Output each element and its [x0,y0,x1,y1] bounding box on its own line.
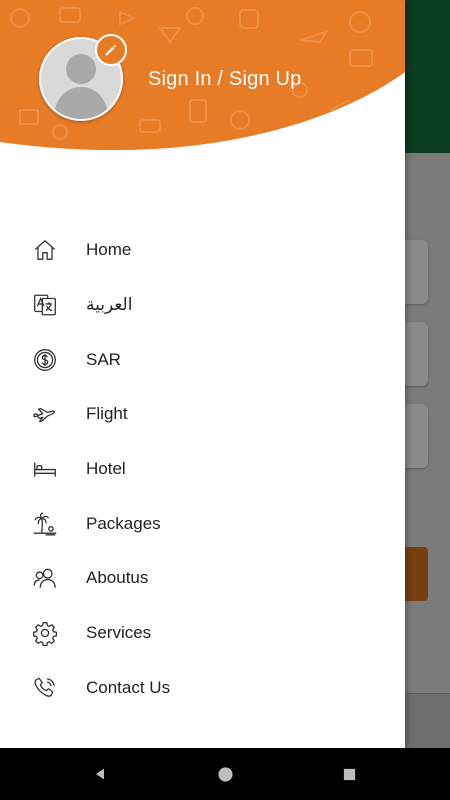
menu-item-hotel[interactable]: Hotel [0,442,405,497]
navigation-drawer: Sign In / Sign Up Home العربية SAR Fligh… [0,0,405,748]
gear-icon [31,619,59,647]
bed-icon [31,455,59,483]
users-icon [31,564,59,592]
back-icon [96,768,104,780]
menu-item-label: Flight [86,404,128,424]
phone-icon [31,674,59,702]
signin-signup-link[interactable]: Sign In / Sign Up [148,68,302,91]
system-navigation-bar [0,748,450,800]
recents-icon [343,768,355,780]
recents-button[interactable] [337,762,361,786]
pencil-icon [105,44,117,56]
edit-profile-button[interactable] [95,34,127,66]
home-button[interactable] [213,762,237,786]
menu-item-packages[interactable]: Packages [0,496,405,551]
background-card [404,240,428,304]
home-icon [31,236,59,264]
menu-item-label: Contact Us [86,677,171,697]
background-card [404,322,428,386]
menu-item-aboutus[interactable]: Aboutus [0,551,405,606]
menu-item-label: Services [86,623,152,643]
background-card [404,404,428,468]
palm-beach-icon [31,510,59,538]
home-circle-icon [217,766,233,782]
menu-item-label: SAR [86,349,121,369]
menu-item-label: Aboutus [86,568,149,588]
language-icon [31,291,59,319]
currency-icon [31,346,59,374]
menu-item-services[interactable]: Services [0,606,405,661]
menu-item-language[interactable]: العربية [0,278,405,333]
menu-item-currency[interactable]: SAR [0,332,405,387]
drawer-menu: Home العربية SAR Flight Hotel Packages A… [0,223,405,715]
airplane-icon [31,400,59,428]
background-button [404,547,428,601]
menu-item-label: Home [86,240,132,260]
menu-item-contact[interactable]: Contact Us [0,661,405,716]
menu-item-label: Packages [86,513,161,533]
menu-item-label: العربية [86,295,133,315]
background-bottom-bar [404,693,450,749]
menu-item-label: Hotel [86,459,126,479]
menu-item-home[interactable]: Home [0,223,405,278]
back-button[interactable] [88,762,112,786]
menu-item-flight[interactable]: Flight [0,387,405,442]
